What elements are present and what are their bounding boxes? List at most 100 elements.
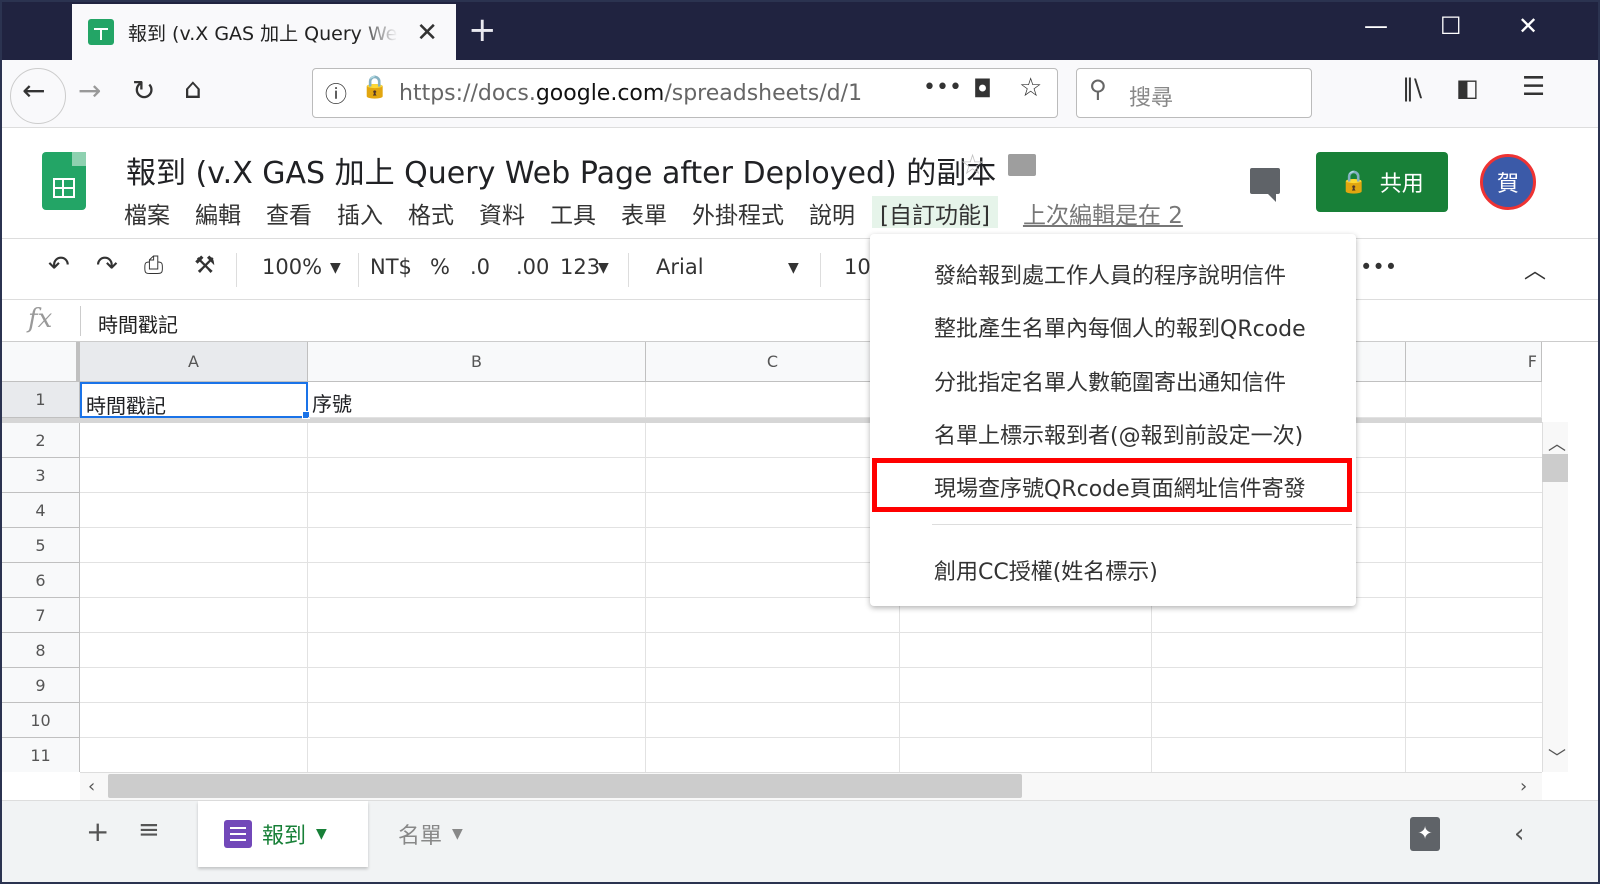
paint-format-icon[interactable]: ⚒ — [194, 251, 216, 279]
percent-format-button[interactable]: % — [430, 255, 450, 279]
reload-button[interactable]: ↻ — [132, 74, 155, 107]
page-actions-icon[interactable]: ••• — [923, 75, 962, 100]
row-header-5[interactable]: 5 — [2, 528, 80, 563]
cell-a1[interactable]: 時間戳記 — [80, 382, 308, 418]
select-all-corner[interactable] — [2, 342, 80, 382]
row-header-10[interactable]: 10 — [2, 703, 80, 738]
comment-icon[interactable] — [1250, 168, 1280, 202]
menu-help[interactable]: 說明 — [809, 196, 855, 229]
collapse-side-panel-icon[interactable]: ‹ — [1514, 819, 1524, 849]
scroll-left-icon[interactable]: ‹ — [88, 776, 95, 797]
menu-format[interactable]: 格式 — [408, 196, 454, 229]
sidebar-icon[interactable]: ◧ — [1456, 74, 1479, 102]
print-icon[interactable]: ⎙ — [144, 251, 163, 279]
sheets-logo-icon[interactable] — [42, 152, 86, 210]
maximize-button[interactable]: ☐ — [1440, 12, 1462, 40]
row-header-1[interactable]: 1 — [2, 382, 80, 418]
cell-c1[interactable] — [646, 382, 900, 418]
column-header-f[interactable]: F — [1406, 342, 1542, 382]
font-size-select[interactable]: 10 — [844, 255, 871, 279]
vertical-scroll-thumb[interactable] — [1542, 454, 1568, 482]
window-close-button[interactable]: ✕ — [1518, 12, 1538, 40]
share-button[interactable]: 🔒 共用 — [1316, 152, 1448, 212]
row-header-7[interactable]: 7 — [2, 598, 80, 633]
more-formats-button[interactable]: 123 — [560, 255, 600, 279]
home-button[interactable]: ⌂ — [184, 72, 202, 105]
tab-close-icon[interactable]: ✕ — [416, 18, 438, 48]
font-dropdown-icon[interactable]: ▼ — [788, 260, 799, 276]
formula-bar: fx 時間戳記 — [2, 300, 1598, 342]
menu-insert[interactable]: 插入 — [337, 196, 383, 229]
column-header-c[interactable]: C — [646, 342, 900, 382]
menu-data[interactable]: 資料 — [479, 196, 525, 229]
minimize-button[interactable]: — — [1364, 12, 1388, 40]
row-header-11[interactable]: 11 — [2, 738, 80, 772]
bookmark-star-icon[interactable]: ☆ — [1019, 73, 1042, 103]
sheet-tab-dropdown-icon[interactable]: ▼ — [316, 826, 327, 842]
menu-edit[interactable]: 編輯 — [195, 196, 241, 229]
cell-b1[interactable]: 序號 — [308, 382, 646, 418]
column-header-a[interactable]: A — [80, 342, 308, 382]
increase-decimal-button[interactable]: .00 — [516, 255, 549, 279]
add-sheet-icon[interactable]: + — [86, 815, 109, 848]
avatar[interactable]: 賀 — [1480, 154, 1536, 210]
folder-icon[interactable] — [1008, 154, 1036, 176]
sheet-tab-list[interactable]: 名單 ▼ — [394, 801, 463, 867]
font-select[interactable]: Arial — [656, 255, 704, 279]
lock-icon: 🔒 — [361, 75, 389, 100]
document-title[interactable]: 報到 (v.X GAS 加上 Query Web Page after Depl… — [126, 148, 996, 192]
sheets-favicon-icon — [88, 19, 114, 45]
column-header-b[interactable]: B — [308, 342, 646, 382]
search-bar[interactable]: ⚲ 搜尋 — [1076, 68, 1312, 118]
scroll-right-icon[interactable]: › — [1520, 776, 1527, 797]
menu-file[interactable]: 檔案 — [124, 196, 170, 229]
new-tab-button[interactable]: + — [468, 10, 497, 50]
menu-item-batch-send-notices[interactable]: 分批指定名單人數範圍寄出通知信件 — [934, 365, 1286, 397]
sheet-tab-label: 報到 — [262, 824, 307, 849]
forward-button[interactable]: → — [78, 74, 101, 107]
menu-item-send-staff-instructions[interactable]: 發給報到處工作人員的程序說明信件 — [934, 258, 1286, 290]
row-header-8[interactable]: 8 — [2, 633, 80, 668]
row-header-2[interactable]: 2 — [2, 423, 80, 458]
zoom-select[interactable]: 100% — [262, 255, 322, 279]
cell-f1[interactable] — [1406, 382, 1542, 418]
search-input[interactable]: 搜尋 — [1129, 80, 1173, 112]
row-header-4[interactable]: 4 — [2, 493, 80, 528]
currency-format-button[interactable]: NT$ — [370, 255, 412, 279]
undo-icon[interactable]: ↶ — [48, 251, 70, 281]
info-icon[interactable]: ⓘ — [325, 77, 347, 109]
menu-custom-functions[interactable]: [自訂功能] — [872, 196, 998, 229]
explore-icon[interactable]: ✦ — [1410, 817, 1440, 851]
menu-item-generate-qrcodes[interactable]: 整批產生名單內每個人的報到QRcode — [934, 311, 1306, 343]
zoom-dropdown-icon[interactable]: ▼ — [330, 260, 341, 276]
row-header-9[interactable]: 9 — [2, 668, 80, 703]
sheet-tab-checkin[interactable]: 報到 ▼ — [198, 801, 368, 867]
horizontal-scroll-thumb[interactable] — [108, 774, 1022, 798]
menu-addons[interactable]: 外掛程式 — [692, 196, 784, 229]
last-edit-link[interactable]: 上次編輯是在 2 — [1023, 196, 1183, 229]
all-sheets-icon[interactable]: ≡ — [138, 815, 160, 845]
menu-tools[interactable]: 工具 — [550, 196, 596, 229]
menu-view[interactable]: 查看 — [266, 196, 312, 229]
pocket-icon[interactable]: ◘ — [973, 75, 992, 103]
row-header-3[interactable]: 3 — [2, 458, 80, 493]
collapse-icon[interactable]: ︿ — [1524, 253, 1546, 285]
browser-tab[interactable]: 報到 (v.X GAS 加上 Query Web Page after Depl… — [72, 4, 456, 60]
hamburger-menu-icon[interactable]: ☰ — [1522, 72, 1545, 102]
more-toolbar-button[interactable]: ••• — [1360, 255, 1397, 279]
scroll-up-icon[interactable]: ︿ — [1548, 430, 1566, 456]
library-icon[interactable]: ‖\ — [1402, 74, 1422, 102]
menu-item-mark-attendees[interactable]: 名單上標示報到者(@報到前設定一次) — [934, 418, 1303, 450]
star-icon[interactable]: ☆ — [960, 148, 985, 181]
decrease-decimal-button[interactable]: .0 — [470, 255, 490, 279]
menu-item-cc-license[interactable]: 創用CC授權(姓名標示) — [934, 554, 1158, 586]
url-bar[interactable]: ⓘ 🔒 https://docs.google.com/spreadsheets… — [312, 68, 1058, 118]
scroll-down-icon[interactable]: ﹀ — [1548, 744, 1566, 770]
row-header-6[interactable]: 6 — [2, 563, 80, 598]
menu-form[interactable]: 表單 — [621, 196, 667, 229]
menu-item-send-qrcode-url[interactable]: 現場查序號QRcode頁面網址信件寄發 — [934, 471, 1306, 503]
sheet-tab-dropdown-icon[interactable]: ▼ — [452, 826, 463, 842]
formula-input[interactable]: 時間戳記 — [98, 309, 178, 338]
more-formats-dropdown-icon[interactable]: ▼ — [598, 260, 609, 276]
redo-icon[interactable]: ↷ — [96, 251, 118, 281]
